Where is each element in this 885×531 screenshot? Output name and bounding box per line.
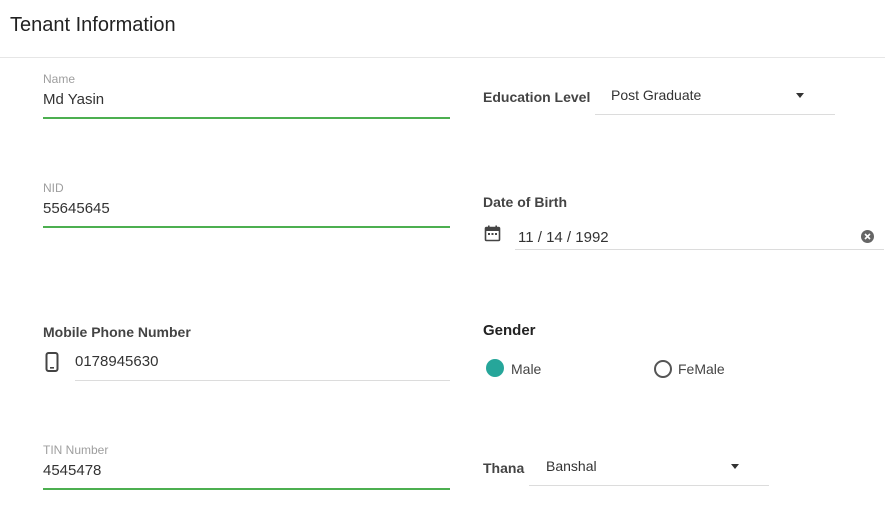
thana-select[interactable]: Banshal — [529, 452, 769, 486]
smartphone-icon — [45, 352, 59, 377]
dob-underline — [515, 249, 884, 250]
clear-icon[interactable] — [861, 230, 874, 248]
dob-input[interactable]: 11 / 14 / 1992 — [518, 229, 609, 246]
name-label: Name — [43, 72, 76, 86]
radio-selected-icon — [486, 359, 504, 377]
nid-input[interactable]: 55645645 — [43, 200, 110, 217]
mobile-label: Mobile Phone Number — [43, 324, 191, 340]
gender-option-label: Male — [511, 361, 542, 377]
mobile-underline — [75, 380, 450, 381]
chevron-down-icon — [731, 464, 739, 469]
page-header: Tenant Information — [0, 0, 885, 58]
education-underline — [595, 114, 835, 115]
name-underline — [43, 117, 450, 119]
tin-input[interactable]: 4545478 — [43, 462, 101, 479]
education-select[interactable]: Post Graduate — [595, 80, 835, 115]
tin-label: TIN Number — [43, 443, 109, 457]
gender-option-female[interactable]: FeMale — [654, 360, 774, 380]
gender-label: Gender — [483, 322, 536, 339]
gender-option-male[interactable]: Male — [486, 359, 606, 379]
tin-underline — [43, 488, 450, 490]
thana-underline — [529, 485, 769, 486]
mobile-input[interactable]: 0178945630 — [75, 353, 158, 370]
page-title: Tenant Information — [10, 14, 176, 36]
dob-label: Date of Birth — [483, 194, 567, 210]
gender-option-label: FeMale — [678, 361, 725, 377]
radio-unselected-icon — [654, 360, 672, 378]
thana-label: Thana — [483, 460, 525, 476]
calendar-icon[interactable] — [484, 225, 501, 247]
nid-label: NID — [43, 181, 64, 195]
education-label: Education Level — [483, 89, 591, 105]
thana-selected-value: Banshal — [546, 458, 597, 474]
education-selected-value: Post Graduate — [611, 87, 702, 103]
name-input[interactable]: Md Yasin — [43, 91, 104, 108]
chevron-down-icon — [796, 93, 804, 98]
nid-underline — [43, 226, 450, 228]
